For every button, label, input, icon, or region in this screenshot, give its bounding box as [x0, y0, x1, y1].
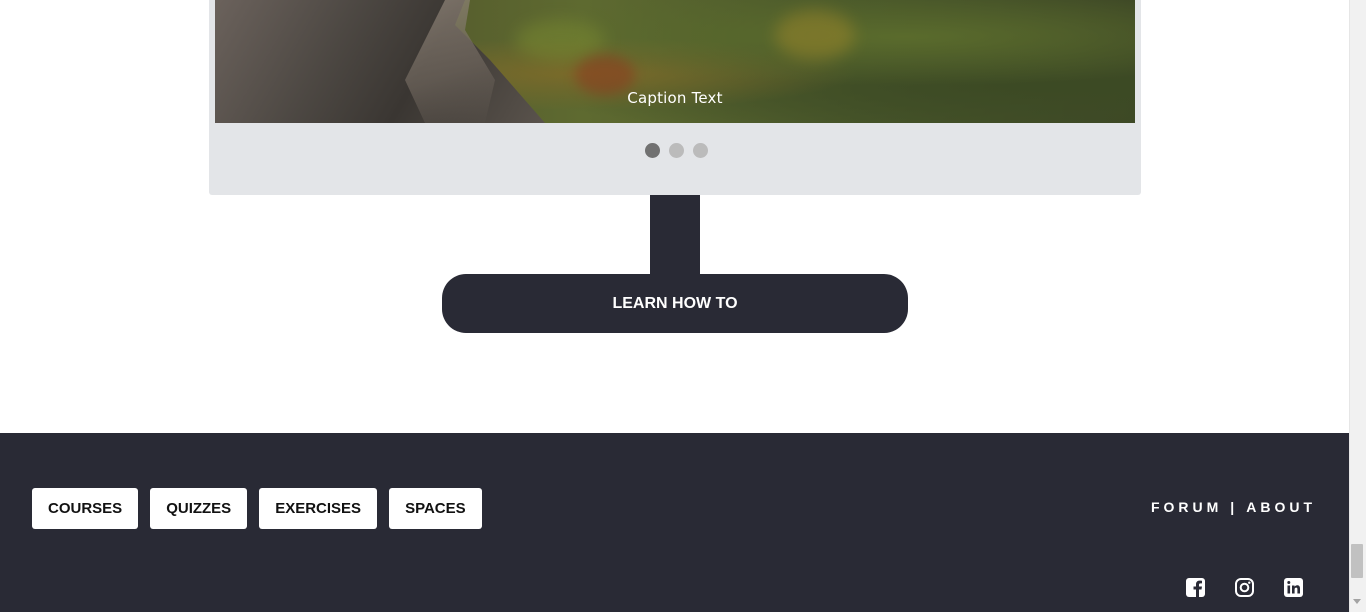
scroll-down-arrow-icon[interactable] [1353, 599, 1361, 604]
exercises-button[interactable]: EXERCISES [259, 488, 378, 529]
quizzes-button[interactable]: QUIZZES [150, 488, 248, 529]
slide-caption: Caption Text [627, 89, 723, 107]
footer: COURSES QUIZZES EXERCISES SPACES FORUM |… [0, 433, 1349, 612]
slide-dots [209, 143, 1141, 158]
monitor-stand [650, 195, 700, 275]
social-icons [1186, 578, 1303, 597]
learn-how-to-button[interactable]: LEARN HOW TO [442, 274, 908, 333]
page-scrollbar[interactable] [1349, 0, 1366, 612]
slide-dot-2[interactable] [669, 143, 684, 158]
slide-dot-1[interactable] [645, 143, 660, 158]
about-link[interactable]: ABOUT [1246, 499, 1316, 515]
spaces-button[interactable]: SPACES [389, 488, 482, 529]
link-separator: | [1230, 499, 1239, 515]
scrollbar-thumb[interactable] [1351, 544, 1363, 578]
courses-button[interactable]: COURSES [32, 488, 139, 529]
footer-nav: COURSES QUIZZES EXERCISES SPACES [32, 488, 482, 529]
linkedin-icon[interactable] [1284, 578, 1303, 597]
forum-link[interactable]: FORUM [1151, 499, 1222, 515]
slide-dot-3[interactable] [693, 143, 708, 158]
page: Caption Text LEARN HOW TO COURSES QUIZZE… [0, 0, 1366, 612]
footer-links: FORUM | ABOUT [1151, 499, 1316, 515]
facebook-icon[interactable] [1186, 578, 1205, 597]
slide-image: Caption Text [215, 0, 1135, 123]
slideshow-container: Caption Text [209, 0, 1141, 195]
instagram-icon[interactable] [1235, 578, 1254, 597]
